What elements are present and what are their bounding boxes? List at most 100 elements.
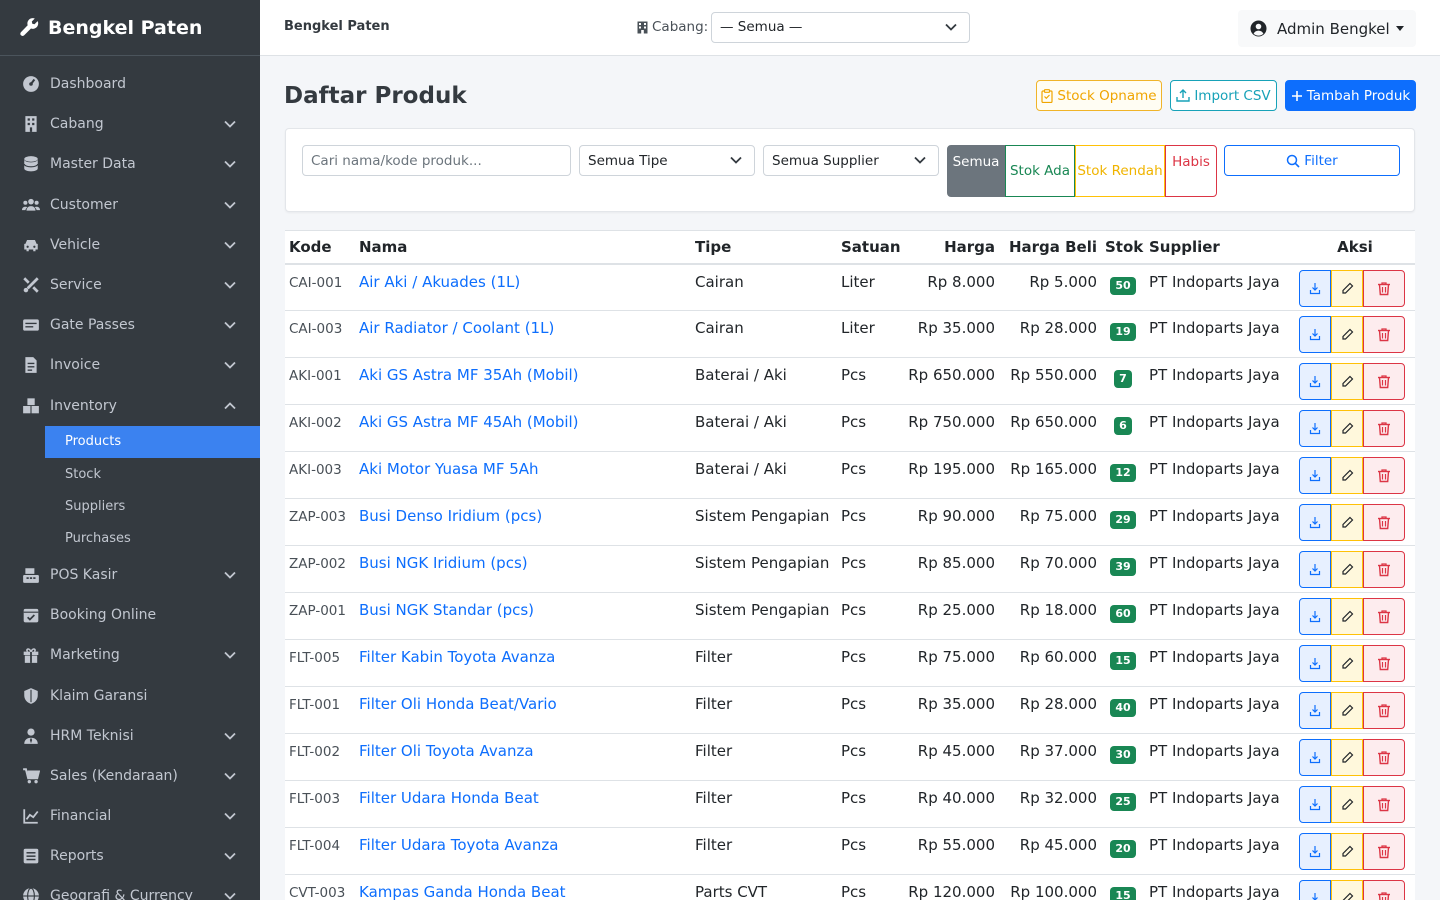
edit-button[interactable]: [1331, 551, 1363, 588]
supplier-select[interactable]: Semua Supplier: [763, 145, 939, 176]
stock-filter-low[interactable]: Stok Rendah: [1075, 145, 1165, 197]
delete-button[interactable]: [1363, 645, 1405, 682]
product-name-link[interactable]: Busi Denso Iridium (pcs): [355, 498, 691, 546]
sidebar-item-invoice[interactable]: Invoice: [0, 345, 260, 385]
sidebar-subitem-purchases[interactable]: Purchases: [45, 523, 260, 555]
stock-in-button[interactable]: [1299, 410, 1331, 447]
stock-in-button[interactable]: [1299, 269, 1331, 307]
product-name-link[interactable]: Aki Motor Yuasa MF 5Ah: [355, 451, 691, 499]
sidebar-subitem-stock[interactable]: Stock: [45, 458, 260, 490]
stock-in-button[interactable]: [1299, 786, 1331, 823]
edit-button[interactable]: [1331, 833, 1363, 870]
sidebar-subitem-products[interactable]: Products: [45, 425, 260, 458]
table-row[interactable]: FLT-005 Filter Kabin Toyota Avanza Filte…: [285, 639, 1415, 687]
stock-in-button[interactable]: [1299, 316, 1331, 353]
stock-filter-in-stock[interactable]: Stok Ada: [1005, 145, 1075, 197]
add-product-button[interactable]: Tambah Produk: [1285, 80, 1416, 111]
table-row[interactable]: FLT-004 Filter Udara Toyota Avanza Filte…: [285, 827, 1415, 875]
stock-filter-out[interactable]: Habis: [1165, 145, 1217, 197]
delete-button[interactable]: [1363, 692, 1405, 729]
edit-button[interactable]: [1331, 363, 1363, 400]
table-row[interactable]: FLT-003 Filter Udara Honda Beat Filter P…: [285, 780, 1415, 828]
stock-in-button[interactable]: [1299, 739, 1331, 776]
type-select[interactable]: Semua Tipe: [579, 145, 755, 176]
edit-button[interactable]: [1331, 880, 1363, 900]
sidebar-item-reports[interactable]: Reports: [0, 836, 260, 876]
product-search-input[interactable]: Cari nama/kode produk...: [302, 145, 571, 176]
stock-in-button[interactable]: [1299, 363, 1331, 400]
col-header-buy-price[interactable]: Harga Beli: [999, 230, 1101, 265]
product-name-link[interactable]: Air Radiator / Coolant (1L): [355, 310, 691, 358]
delete-button[interactable]: [1363, 880, 1405, 900]
delete-button[interactable]: [1363, 833, 1405, 870]
table-row[interactable]: ZAP-001 Busi NGK Standar (pcs) Sistem Pe…: [285, 592, 1415, 640]
edit-button[interactable]: [1331, 457, 1363, 494]
col-header-supplier[interactable]: Supplier: [1145, 230, 1295, 265]
product-name-link[interactable]: Filter Udara Honda Beat: [355, 780, 691, 828]
edit-button[interactable]: [1331, 316, 1363, 353]
table-row[interactable]: FLT-002 Filter Oli Toyota Avanza Filter …: [285, 733, 1415, 781]
stock-opname-button[interactable]: Stock Opname: [1036, 80, 1162, 111]
edit-button[interactable]: [1331, 269, 1363, 307]
stock-in-button[interactable]: [1299, 880, 1331, 900]
col-header-price[interactable]: Harga: [903, 230, 999, 265]
col-header-stock[interactable]: Stok: [1101, 230, 1145, 265]
product-name-link[interactable]: Filter Udara Toyota Avanza: [355, 827, 691, 875]
stock-in-button[interactable]: [1299, 598, 1331, 635]
delete-button[interactable]: [1363, 269, 1405, 307]
delete-button[interactable]: [1363, 598, 1405, 635]
edit-button[interactable]: [1331, 598, 1363, 635]
filter-button[interactable]: Filter: [1224, 145, 1400, 176]
sidebar-item-customer[interactable]: Customer: [0, 185, 260, 225]
table-row[interactable]: AKI-001 Aki GS Astra MF 35Ah (Mobil) Bat…: [285, 357, 1415, 405]
edit-button[interactable]: [1331, 645, 1363, 682]
sidebar-item-booking-online[interactable]: Booking Online: [0, 595, 260, 635]
table-row[interactable]: ZAP-003 Busi Denso Iridium (pcs) Sistem …: [285, 498, 1415, 546]
stock-in-button[interactable]: [1299, 692, 1331, 729]
edit-button[interactable]: [1331, 692, 1363, 729]
stock-in-button[interactable]: [1299, 833, 1331, 870]
sidebar-item-geografi-currency[interactable]: Geografi & Currency: [0, 876, 260, 900]
table-row[interactable]: AKI-003 Aki Motor Yuasa MF 5Ah Baterai /…: [285, 451, 1415, 499]
sidebar-item-master-data[interactable]: Master Data: [0, 144, 260, 184]
product-name-link[interactable]: Aki GS Astra MF 45Ah (Mobil): [355, 404, 691, 452]
edit-button[interactable]: [1331, 504, 1363, 541]
user-menu-button[interactable]: Admin Bengkel: [1238, 10, 1416, 47]
sidebar-item-inventory[interactable]: Inventory: [0, 386, 260, 426]
table-row[interactable]: FLT-001 Filter Oli Honda Beat/Vario Filt…: [285, 686, 1415, 734]
edit-button[interactable]: [1331, 739, 1363, 776]
branch-select[interactable]: — Semua —: [711, 12, 970, 43]
stock-in-button[interactable]: [1299, 504, 1331, 541]
table-row[interactable]: CAI-001 Air Aki / Akuades (1L) Cairan Li…: [285, 263, 1415, 311]
col-header-unit[interactable]: Satuan: [837, 230, 903, 265]
sidebar-item-cabang[interactable]: Cabang: [0, 104, 260, 144]
col-header-type[interactable]: Tipe: [691, 230, 837, 265]
stock-in-button[interactable]: [1299, 645, 1331, 682]
delete-button[interactable]: [1363, 316, 1405, 353]
delete-button[interactable]: [1363, 457, 1405, 494]
table-row[interactable]: ZAP-002 Busi NGK Iridium (pcs) Sistem Pe…: [285, 545, 1415, 593]
sidebar-item-gate-passes[interactable]: Gate Passes: [0, 305, 260, 345]
sidebar-item-service[interactable]: Service: [0, 265, 260, 305]
product-name-link[interactable]: Air Aki / Akuades (1L): [355, 263, 691, 311]
stock-in-button[interactable]: [1299, 457, 1331, 494]
sidebar-item-vehicle[interactable]: Vehicle: [0, 225, 260, 265]
product-name-link[interactable]: Filter Oli Honda Beat/Vario: [355, 686, 691, 734]
sidebar-item-marketing[interactable]: Marketing: [0, 635, 260, 675]
product-name-link[interactable]: Filter Kabin Toyota Avanza: [355, 639, 691, 687]
sidebar-item-financial[interactable]: Financial: [0, 796, 260, 836]
brand[interactable]: Bengkel Paten: [0, 0, 260, 56]
col-header-code[interactable]: Kode: [285, 230, 355, 265]
sidebar-item-sales-kendaraan[interactable]: Sales (Kendaraan): [0, 756, 260, 796]
product-name-link[interactable]: Aki GS Astra MF 35Ah (Mobil): [355, 357, 691, 405]
col-header-name[interactable]: Nama: [355, 230, 691, 265]
sidebar-item-klaim-garansi[interactable]: Klaim Garansi: [0, 675, 260, 715]
product-name-link[interactable]: Busi NGK Standar (pcs): [355, 592, 691, 640]
delete-button[interactable]: [1363, 504, 1405, 541]
delete-button[interactable]: [1363, 363, 1405, 400]
sidebar-subitem-suppliers[interactable]: Suppliers: [45, 490, 260, 522]
table-row[interactable]: CVT-003 Kampas Ganda Honda Beat Parts CV…: [285, 874, 1415, 900]
edit-button[interactable]: [1331, 786, 1363, 823]
delete-button[interactable]: [1363, 551, 1405, 588]
delete-button[interactable]: [1363, 410, 1405, 447]
